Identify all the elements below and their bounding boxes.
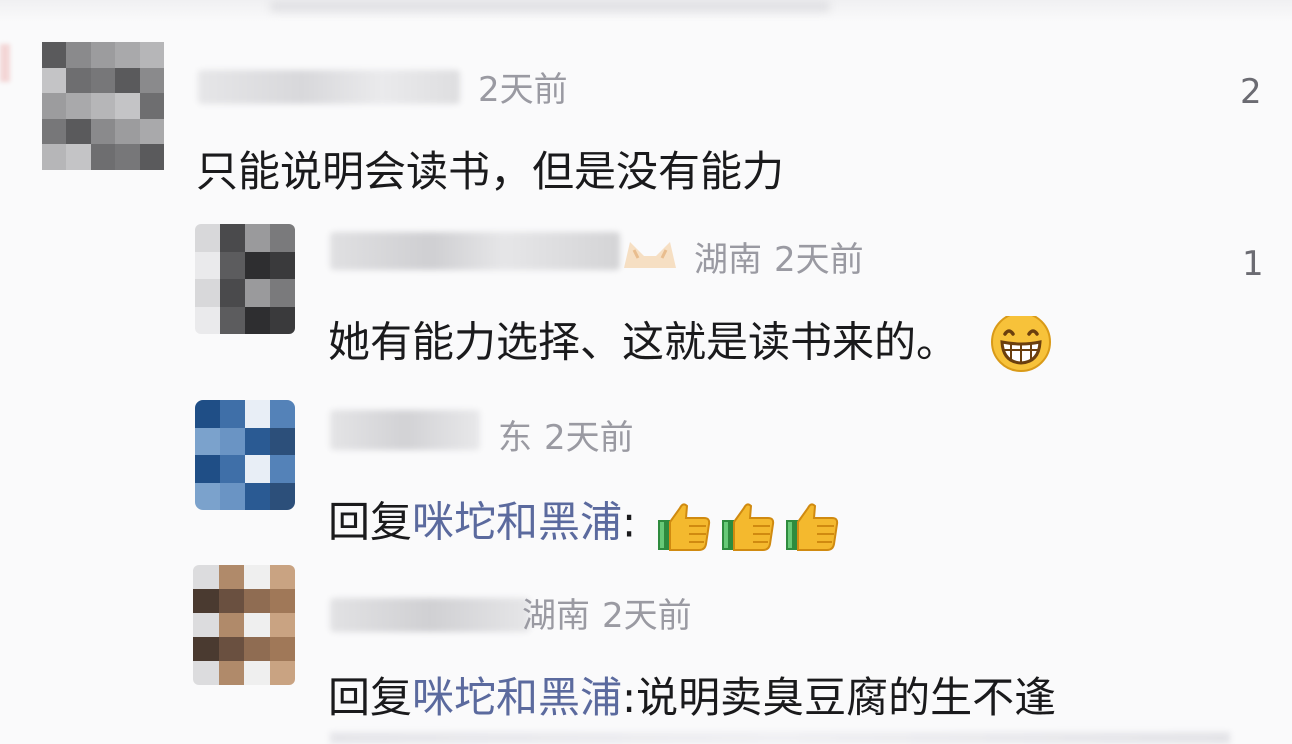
comment-time: 2天前 <box>774 240 864 280</box>
comment-time: 2天前 <box>602 596 692 636</box>
grinning-face-icon <box>991 316 1052 372</box>
thumbs-up-icon <box>714 498 778 551</box>
thumbs-up-icon <box>650 498 714 551</box>
next-line-cutoff <box>330 732 1230 744</box>
username-blurred[interactable] <box>330 598 530 632</box>
avatar[interactable] <box>195 224 295 334</box>
comment-text: 她有能力选择、这就是读书来的。 <box>328 317 959 367</box>
comment-location: 东 <box>498 418 532 458</box>
reply-prefix: 回复 <box>328 497 413 547</box>
like-count[interactable]: 1 <box>1242 244 1264 284</box>
reply-mention-link[interactable]: 咪坨和黑浦 <box>412 498 622 547</box>
comment-meta: 2天前 <box>478 70 580 110</box>
comment-time: 2天前 <box>544 418 634 458</box>
avatar[interactable] <box>42 42 164 170</box>
comment-location: 湖南 <box>694 240 762 280</box>
comment-time: 2天前 <box>478 70 568 110</box>
comment-text: :说明卖臭豆腐的生不逢 <box>622 673 1057 722</box>
cat-ears-icon <box>624 242 676 268</box>
comment-content: 回复咪坨和黑浦:说明卖臭豆腐的生不逢 <box>328 672 1268 724</box>
reply-prefix: 回复 <box>328 673 413 722</box>
comment-text: : <box>622 497 637 547</box>
username-blurred[interactable] <box>330 410 480 450</box>
reply-mention-link[interactable]: 咪坨和黑浦 <box>412 673 622 722</box>
thumbs-up-icon <box>778 498 842 551</box>
comment-meta: 湖南 2天前 <box>694 240 876 280</box>
like-count[interactable]: 2 <box>1240 72 1262 112</box>
comment-meta: 东 2天前 <box>498 418 646 458</box>
username-blurred[interactable] <box>198 70 460 104</box>
username-blurred[interactable] <box>330 232 620 270</box>
left-edge-marker <box>0 44 10 82</box>
thumbs-up-row <box>650 498 842 551</box>
comment-content: 回复咪坨和黑浦: <box>328 496 842 554</box>
comment-text: 只能说明会读书，但是没有能力 <box>196 147 785 196</box>
comment-content: 她有能力选择、这就是读书来的。 <box>328 316 1053 374</box>
top-strip <box>0 0 1292 22</box>
comment-thread-screen: 2天前 2 只能说明会读书，但是没有能力 湖南 2天前 1 她有能力选择、这就是读… <box>0 0 1292 744</box>
comment-location: 湖南 <box>522 596 590 636</box>
avatar[interactable] <box>195 400 295 510</box>
avatar[interactable] <box>193 565 295 685</box>
comment-meta: 湖南 2天前 <box>522 596 704 636</box>
blurred-header <box>270 0 830 12</box>
